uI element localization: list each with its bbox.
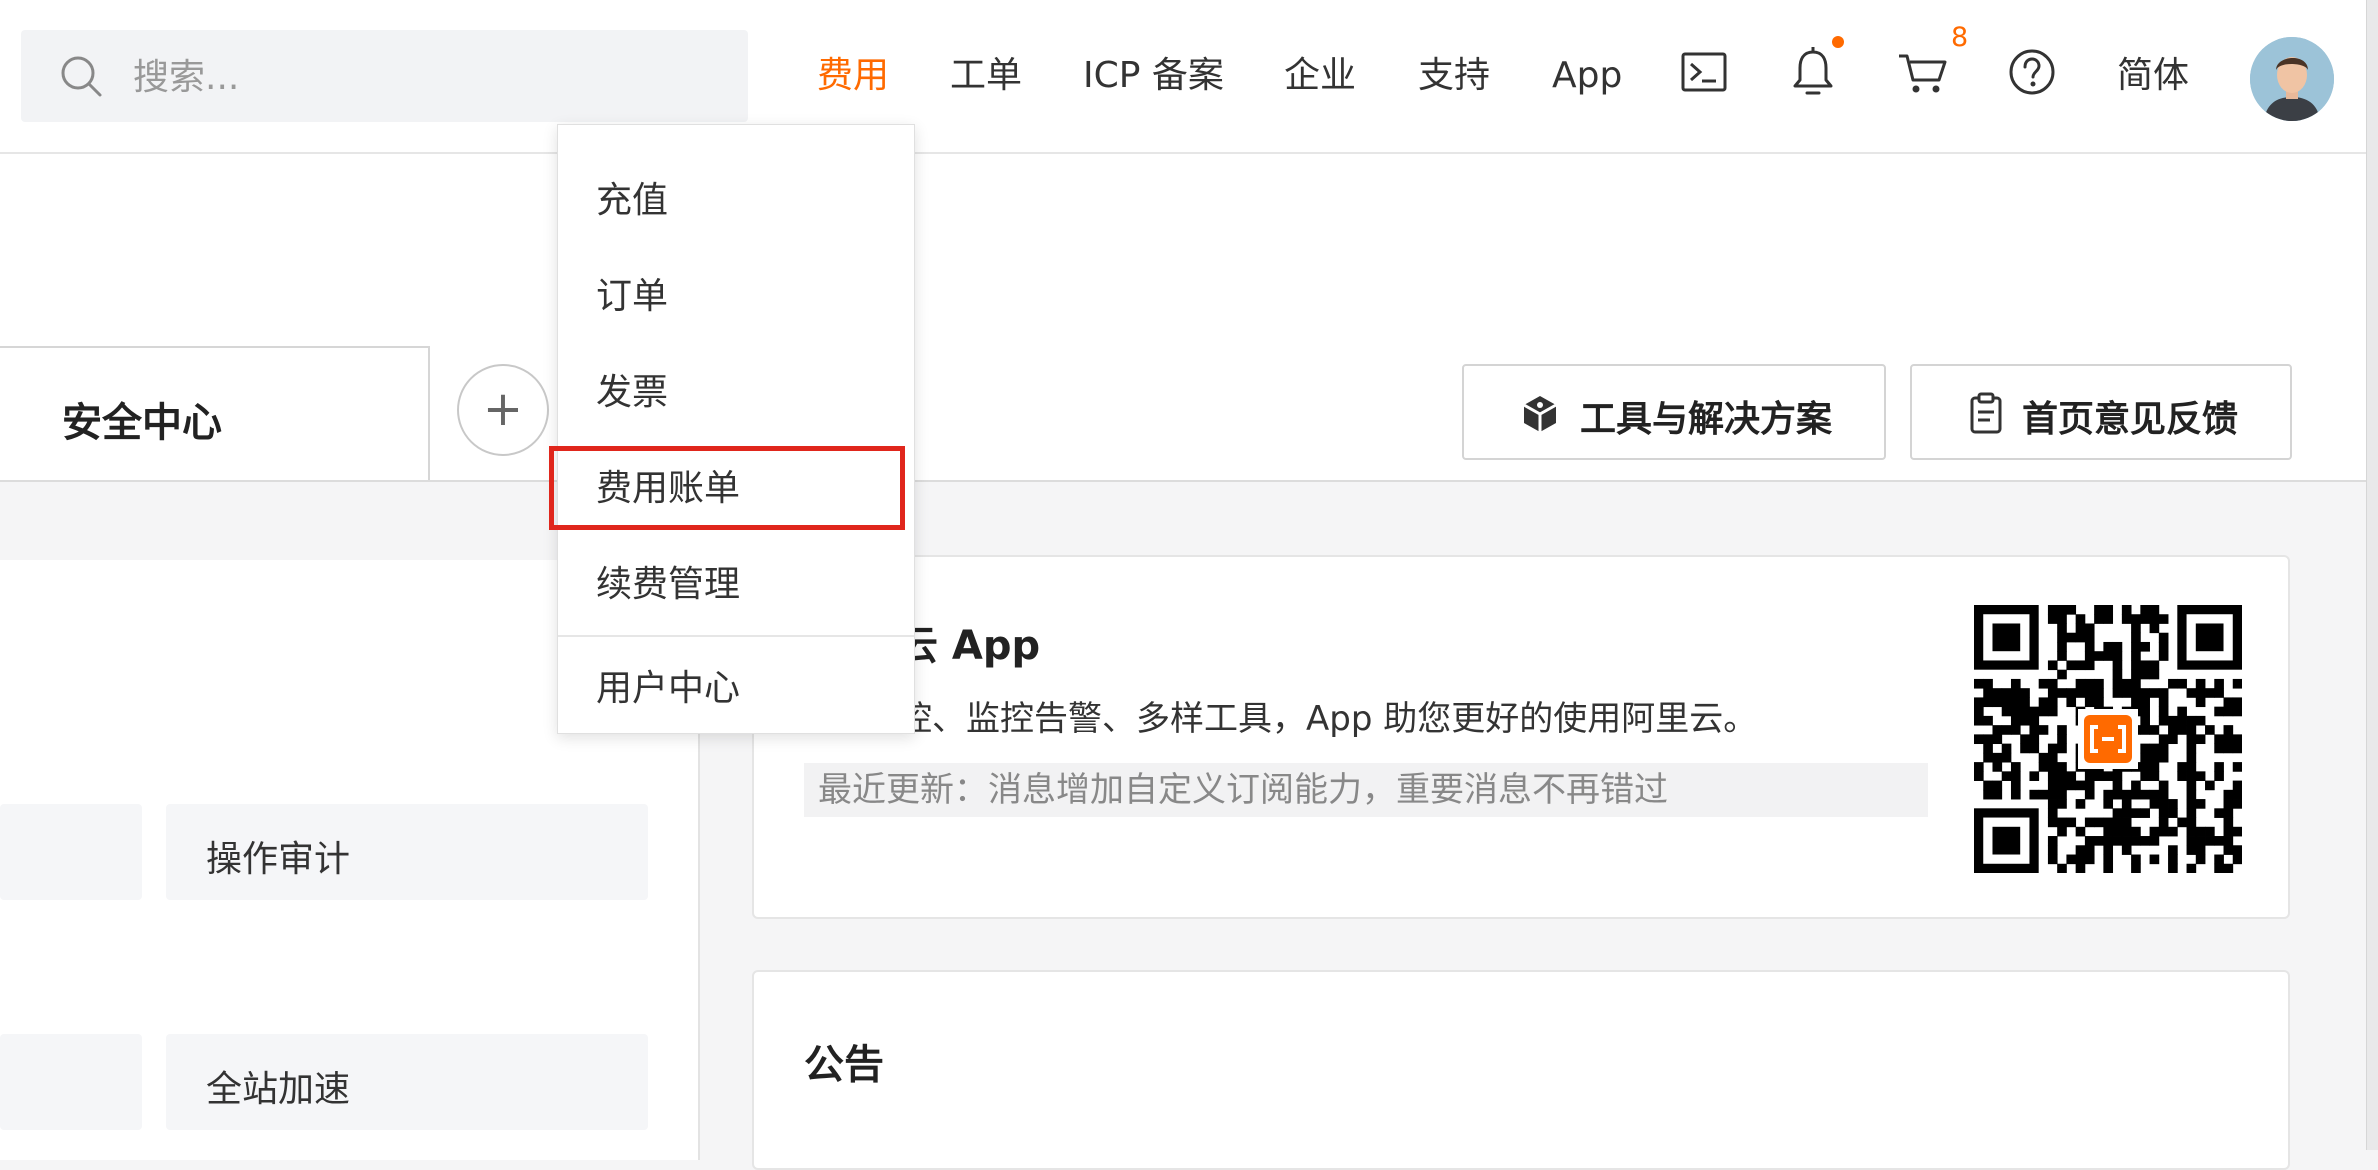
shortcut-cell[interactable] (0, 804, 142, 900)
menu-item-label: 费用账单 (596, 468, 741, 509)
fees-dropdown-menu: 充值 订单 发票 费用账单 续费管理 用户中心 (557, 124, 915, 734)
app-promo-card: 云 App 控、监控告警、多样工具，App 助您更好的使用阿里云。 最近更新：消… (752, 555, 2290, 919)
qr-code (1974, 605, 2243, 874)
terminal-icon[interactable] (1674, 42, 1734, 102)
nav-fees[interactable]: 费用 (817, 46, 889, 106)
menu-item-renewal[interactable]: 续费管理 (558, 529, 914, 625)
menu-item-recharge[interactable]: 充值 (558, 145, 914, 241)
menu-item-label: 订单 (596, 276, 669, 317)
nav-enterprise[interactable]: 企业 (1284, 46, 1356, 106)
bell-icon[interactable] (1783, 42, 1843, 102)
help-icon[interactable] (2002, 42, 2062, 102)
nav-tickets[interactable]: 工单 (950, 46, 1022, 106)
feedback-button-label: 首页意见反馈 (2022, 399, 2239, 440)
tab-security-center[interactable]: 安全中心 (0, 346, 430, 480)
shortcut-cell[interactable] (0, 1034, 142, 1130)
menu-item-label: 发票 (596, 372, 669, 413)
nav-icp[interactable]: ICP 备案 (1083, 46, 1224, 106)
tab-label: 安全中心 (62, 400, 222, 446)
menu-item-label: 充值 (596, 180, 669, 221)
app-card-title: 云 App (898, 623, 1041, 669)
menu-item-label: 用户中心 (596, 668, 741, 709)
notification-dot (1832, 36, 1844, 48)
top-navigation-bar: 费用 工单 ICP 备案 企业 支持 App 8 简体 (0, 0, 2366, 154)
shortcut-dcdn[interactable]: 全站加速 (166, 1034, 648, 1130)
user-avatar[interactable] (2250, 37, 2334, 121)
language-switch[interactable]: 简体 (2117, 46, 2189, 106)
nav-app[interactable]: App (1552, 46, 1622, 106)
search-input[interactable] (131, 30, 715, 124)
feedback-button[interactable]: 首页意见反馈 (1910, 364, 2292, 460)
cube-icon (1523, 396, 1557, 432)
menu-item-billing[interactable]: 费用账单 (558, 433, 914, 529)
clipboard-icon (1970, 392, 2002, 434)
nav-support[interactable]: 支持 (1418, 46, 1490, 106)
menu-item-user-center[interactable]: 用户中心 (558, 633, 914, 729)
app-update-note[interactable]: 最近更新：消息增加自定义订阅能力，重要消息不再错过 (804, 763, 1928, 817)
cart-count-badge: 8 (1951, 22, 1969, 53)
app-card-description: 控、监控告警、多样工具，App 助您更好的使用阿里云。 (898, 699, 1758, 739)
shortcut-label: 操作审计 (206, 839, 351, 880)
tools-button-label: 工具与解决方案 (1580, 399, 1833, 440)
add-tab-button[interactable]: + (457, 364, 549, 456)
shortcut-label: 全站加速 (206, 1069, 351, 1110)
notice-card: 公告 (752, 970, 2290, 1170)
scrollbar-track[interactable] (2366, 0, 2378, 1150)
menu-item-orders[interactable]: 订单 (558, 241, 914, 337)
tools-solutions-button[interactable]: 工具与解决方案 (1462, 364, 1886, 460)
menu-item-label: 续费管理 (596, 564, 741, 605)
search-icon (59, 54, 103, 98)
search-box[interactable] (21, 30, 748, 124)
shortcut-operation-audit[interactable]: 操作审计 (166, 804, 648, 900)
cart-icon[interactable] (1893, 42, 1953, 102)
notice-title: 公告 (804, 1042, 884, 1088)
menu-item-invoice[interactable]: 发票 (558, 337, 914, 433)
